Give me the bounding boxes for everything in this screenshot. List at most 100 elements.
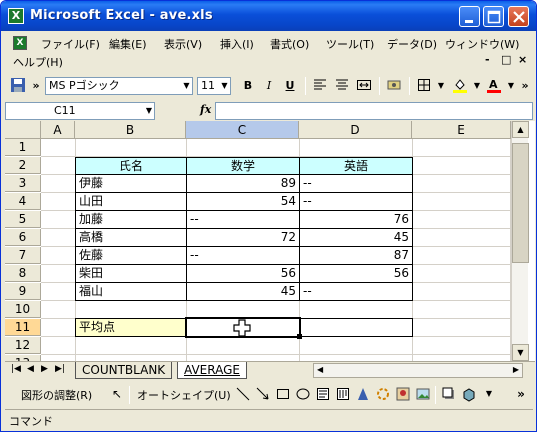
column-header-a[interactable]: A [41, 121, 75, 139]
insert-function-icon[interactable]: fx [200, 103, 211, 116]
cell-name[interactable]: 山田 [75, 192, 187, 211]
row-header[interactable]: 11 [5, 319, 41, 336]
cell-name[interactable]: 柴田 [75, 264, 187, 283]
average-label-cell[interactable]: 平均点 [75, 318, 187, 337]
3d-style-icon[interactable] [461, 386, 477, 402]
cell-english[interactable]: -- [299, 192, 413, 211]
autoshape-menu[interactable]: オートシェイプ(U) [137, 387, 231, 403]
table-header-math[interactable]: 数学 [186, 157, 300, 175]
column-header-b[interactable]: B [75, 121, 186, 139]
next-sheet-icon[interactable]: ▶ [41, 364, 48, 374]
average-english-cell[interactable] [299, 318, 413, 337]
cell-english[interactable]: 56 [299, 264, 413, 283]
picture-icon[interactable] [415, 386, 431, 402]
currency-style-icon[interactable] [385, 77, 403, 95]
workbook-icon[interactable]: X [13, 36, 27, 50]
vertical-textbox-icon[interactable] [335, 386, 351, 402]
cell-math[interactable]: 72 [186, 228, 300, 247]
cell-math[interactable]: 89 [186, 174, 300, 193]
chevron-down-icon[interactable]: ▼ [481, 386, 497, 402]
oval-icon[interactable] [295, 386, 311, 402]
select-all-corner[interactable] [5, 121, 41, 139]
row-header[interactable]: 7 [5, 247, 41, 264]
save-icon[interactable] [9, 77, 27, 95]
cell-english[interactable]: -- [299, 282, 413, 301]
menu-insert[interactable]: 挿入(I) [220, 36, 254, 52]
first-sheet-icon[interactable]: |◀ [11, 364, 21, 374]
worksheet-grid[interactable]: A B C D E 1 2 3 4 5 6 7 8 9 10 11 12 13 [5, 121, 535, 361]
cell-name[interactable]: 伊藤 [75, 174, 187, 193]
wordart-icon[interactable] [355, 386, 371, 402]
cell-english[interactable]: 87 [299, 246, 413, 265]
doc-close-button[interactable]: × [518, 53, 527, 66]
menu-help[interactable]: ヘルプ(H) [13, 54, 63, 70]
column-header-c[interactable]: C [186, 121, 299, 139]
doc-minimize-button[interactable]: - [485, 53, 490, 66]
chevron-down-icon[interactable]: ▼ [432, 77, 450, 95]
title-bar[interactable]: X Microsoft Excel - ave.xls [1, 1, 536, 31]
merge-center-icon[interactable] [355, 77, 373, 95]
scroll-left-icon[interactable]: ◀ [317, 365, 323, 374]
scroll-right-icon[interactable]: ▶ [513, 365, 519, 374]
column-header-d[interactable]: D [299, 121, 412, 139]
row-header[interactable]: 6 [5, 229, 41, 246]
toolbar-overflow-icon[interactable]: » [513, 386, 529, 402]
chevron-down-icon[interactable]: ▼ [468, 77, 486, 95]
cell-english[interactable]: 45 [299, 228, 413, 247]
cell-math[interactable]: -- [186, 210, 300, 229]
row-header[interactable]: 1 [5, 139, 41, 156]
row-header[interactable]: 9 [5, 283, 41, 300]
formula-input[interactable] [215, 102, 533, 120]
line-icon[interactable] [235, 386, 251, 402]
bold-button[interactable]: B [239, 77, 257, 95]
align-left-icon[interactable] [311, 77, 329, 95]
select-pointer-icon[interactable]: ↖ [109, 386, 125, 402]
borders-icon[interactable] [415, 77, 433, 95]
menu-file[interactable]: ファイル(F) [41, 36, 100, 52]
excel-icon[interactable]: X [8, 8, 24, 24]
menu-tools[interactable]: ツール(T) [326, 36, 374, 52]
fill-color-icon[interactable] [451, 77, 469, 95]
sheet-tab-average[interactable]: AVERAGE [177, 362, 247, 379]
toolbar-overflow-icon[interactable]: » [27, 77, 45, 95]
rectangle-icon[interactable] [275, 386, 291, 402]
name-box[interactable]: C11 ▼ [5, 102, 155, 120]
menu-view[interactable]: 表示(V) [164, 36, 202, 52]
toolbar-overflow-icon[interactable]: » [516, 77, 534, 95]
cell-name[interactable]: 加藤 [75, 210, 187, 229]
scroll-up-icon[interactable]: ▲ [512, 121, 529, 138]
cell-name[interactable]: 佐藤 [75, 246, 187, 265]
underline-button[interactable]: U [281, 77, 299, 95]
diagram-icon[interactable] [375, 386, 391, 402]
cell-name[interactable]: 福山 [75, 282, 187, 301]
cell-english[interactable]: -- [299, 174, 413, 193]
horizontal-scrollbar[interactable]: ◀ ▶ [313, 363, 523, 378]
column-header-e[interactable]: E [412, 121, 511, 139]
cell-english[interactable]: 76 [299, 210, 413, 229]
row-header[interactable]: 5 [5, 211, 41, 228]
row-header[interactable]: 8 [5, 265, 41, 282]
cell-math[interactable]: 45 [186, 282, 300, 301]
draw-menu[interactable]: 図形の調整(R) [21, 387, 92, 403]
font-color-icon[interactable]: A [485, 77, 503, 95]
arrow-icon[interactable] [255, 386, 271, 402]
scrollbar-thumb[interactable] [512, 143, 529, 263]
cell-math[interactable]: 54 [186, 192, 300, 211]
row-header[interactable]: 2 [5, 157, 41, 174]
clipart-icon[interactable] [395, 386, 411, 402]
align-center-icon[interactable] [333, 77, 351, 95]
scroll-down-icon[interactable]: ▼ [512, 344, 529, 361]
row-header[interactable]: 12 [5, 337, 41, 354]
sheet-tab-countblank[interactable]: COUNTBLANK [75, 362, 173, 379]
textbox-icon[interactable] [315, 386, 331, 402]
prev-sheet-icon[interactable]: ◀ [27, 364, 34, 374]
table-header-english[interactable]: 英語 [299, 157, 413, 175]
table-header-name[interactable]: 氏名 [75, 157, 187, 175]
minimize-button[interactable] [459, 6, 480, 27]
cell-math[interactable]: -- [186, 246, 300, 265]
close-button[interactable] [508, 6, 529, 27]
menu-edit[interactable]: 編集(E) [109, 36, 147, 52]
menu-data[interactable]: データ(D) [387, 36, 437, 52]
row-header[interactable]: 10 [5, 301, 41, 318]
italic-button[interactable]: I [260, 77, 278, 95]
